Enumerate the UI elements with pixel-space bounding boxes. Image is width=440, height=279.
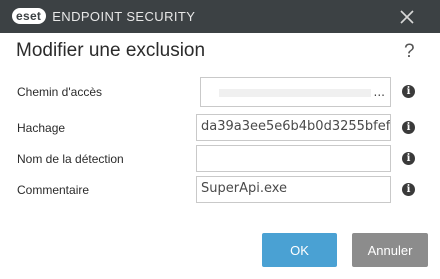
help-icon[interactable]: ? <box>404 41 415 63</box>
path-field[interactable]: ... <box>200 77 391 107</box>
hash-label: Hachage <box>17 121 66 135</box>
hash-info-icon[interactable]: i <box>402 121 415 134</box>
detection-name-info-icon[interactable]: i <box>402 152 415 165</box>
ok-button[interactable]: OK <box>262 233 337 267</box>
hash-field[interactable]: da39a3ee5e6b4b0d3255bfef956 <box>196 114 391 141</box>
dialog-title: Modifier une exclusion <box>16 40 206 61</box>
path-info-icon[interactable]: i <box>402 85 415 98</box>
path-masked-value <box>219 89 371 97</box>
detection-name-field[interactable] <box>196 145 391 172</box>
eset-logo: eset ENDPOINT SECURITY <box>12 8 195 24</box>
comment-field[interactable]: SuperApi.exe <box>196 176 391 203</box>
comment-label: Commentaire <box>17 183 90 197</box>
logo-badge: eset <box>12 8 47 24</box>
comment-info-icon[interactable]: i <box>402 183 415 196</box>
path-label: Chemin d'accès <box>17 85 102 99</box>
title-bar: eset ENDPOINT SECURITY <box>0 0 440 33</box>
browse-button[interactable]: ... <box>374 86 385 98</box>
close-button[interactable] <box>396 6 418 28</box>
cancel-button[interactable]: Annuler <box>352 233 428 267</box>
close-icon <box>400 10 414 24</box>
detection-name-label: Nom de la détection <box>17 152 124 166</box>
product-name: ENDPOINT SECURITY <box>52 8 196 24</box>
